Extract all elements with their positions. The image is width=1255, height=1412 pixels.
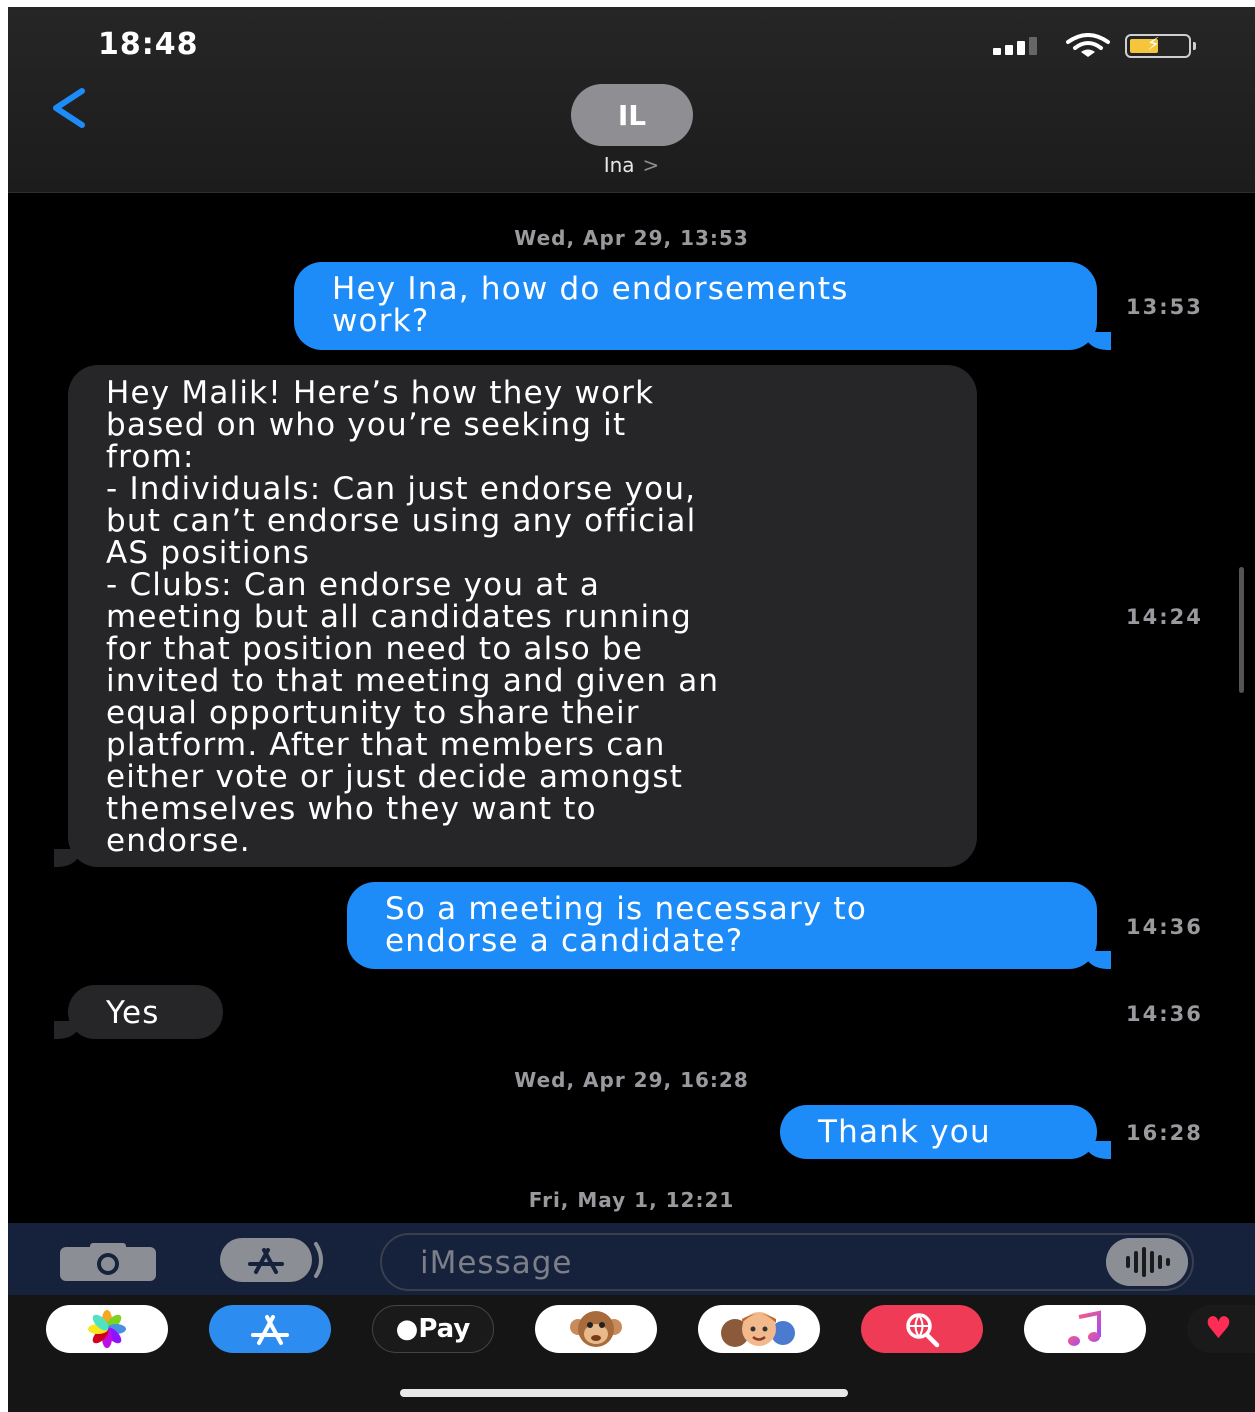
message-time: 16:28 bbox=[1126, 1121, 1203, 1145]
message-text: Thank you bbox=[818, 1114, 991, 1150]
conversation-header: 18:48 ⚡ IL Ina > bbox=[8, 7, 1255, 193]
message-text: Yes bbox=[106, 995, 160, 1031]
contact-name: Ina bbox=[603, 153, 635, 177]
sent-message-bubble[interactable]: Thank you bbox=[780, 1105, 1111, 1159]
heart-icon: ♥ bbox=[1205, 1311, 1232, 1346]
date-timestamp: Wed, Apr 29, 13:53 bbox=[514, 226, 749, 250]
camera-icon[interactable] bbox=[60, 1243, 156, 1281]
contact-name-button[interactable]: Ina > bbox=[8, 153, 1255, 177]
photos-flower-icon bbox=[88, 1310, 126, 1348]
scrollbar[interactable] bbox=[1239, 567, 1244, 693]
contact-avatar[interactable]: IL bbox=[571, 84, 693, 146]
apple-pay-label: Pay bbox=[418, 1314, 471, 1344]
sent-message-bubble[interactable]: So a meeting is necessary to endorse a c… bbox=[347, 882, 1111, 969]
battery-charging-icon: ⚡ bbox=[1125, 34, 1196, 58]
memoji-faces-icon bbox=[721, 1312, 795, 1347]
message-time: 14:36 bbox=[1126, 1002, 1203, 1026]
app-store-app-icon[interactable] bbox=[209, 1305, 331, 1353]
message-text: So a meeting is necessary to endorse a c… bbox=[385, 891, 868, 959]
imessage-input[interactable]: iMessage bbox=[380, 1233, 1194, 1291]
chevron-right-icon: > bbox=[642, 153, 660, 177]
apple-logo-icon: ● bbox=[395, 1314, 419, 1344]
imessage-placeholder: iMessage bbox=[420, 1245, 573, 1281]
compose-bar: iMessage bbox=[8, 1223, 1255, 1295]
messages-screen: 18:48 ⚡ IL Ina > Wed, Apr 29, 13:53 Hey I… bbox=[8, 7, 1255, 1412]
bubble-tail bbox=[1085, 1141, 1111, 1159]
bubble-tail bbox=[1085, 332, 1111, 350]
received-message-bubble[interactable]: Yes bbox=[54, 985, 223, 1039]
status-time: 18:48 bbox=[98, 27, 199, 62]
music-app-icon[interactable] bbox=[1024, 1305, 1146, 1353]
monkey-face-icon bbox=[570, 1311, 622, 1347]
wifi-icon bbox=[1066, 33, 1110, 57]
audio-message-icon[interactable] bbox=[1106, 1238, 1188, 1286]
avatar-initials: IL bbox=[617, 98, 647, 132]
digital-touch-app-icon[interactable]: ♥ bbox=[1187, 1305, 1255, 1353]
date-timestamp: Wed, Apr 29, 16:28 bbox=[514, 1068, 749, 1092]
back-chevron-icon[interactable] bbox=[46, 85, 92, 131]
date-timestamp: Fri, May 1, 12:21 bbox=[528, 1188, 735, 1212]
apple-pay-app-icon[interactable]: ● Pay bbox=[372, 1305, 494, 1353]
bubble-tail bbox=[1085, 951, 1111, 969]
received-message-bubble[interactable]: Hey Malik! Here’s how they work based on… bbox=[54, 365, 977, 867]
bubble-tail bbox=[54, 849, 80, 867]
images-search-app-icon[interactable] bbox=[861, 1305, 983, 1353]
music-note-icon bbox=[1068, 1310, 1101, 1346]
photos-app-icon[interactable] bbox=[46, 1305, 168, 1353]
memoji-stickers-app-icon[interactable] bbox=[698, 1305, 820, 1353]
cellular-signal-icon bbox=[993, 37, 1051, 55]
message-text: Hey Ina, how do endorsements work? bbox=[332, 271, 849, 339]
app-store-glyph-icon bbox=[251, 1315, 289, 1345]
animoji-app-icon[interactable] bbox=[535, 1305, 657, 1353]
globe-search-icon bbox=[906, 1313, 940, 1348]
message-time: 13:53 bbox=[1126, 295, 1203, 319]
app-store-icon[interactable] bbox=[220, 1238, 330, 1282]
bubble-tail bbox=[54, 1021, 80, 1039]
home-indicator[interactable] bbox=[400, 1389, 848, 1397]
message-text: Hey Malik! Here’s how they work based on… bbox=[106, 375, 720, 859]
message-time: 14:36 bbox=[1126, 915, 1203, 939]
sent-message-bubble[interactable]: Hey Ina, how do endorsements work? bbox=[294, 262, 1111, 350]
message-time: 14:24 bbox=[1126, 605, 1203, 629]
